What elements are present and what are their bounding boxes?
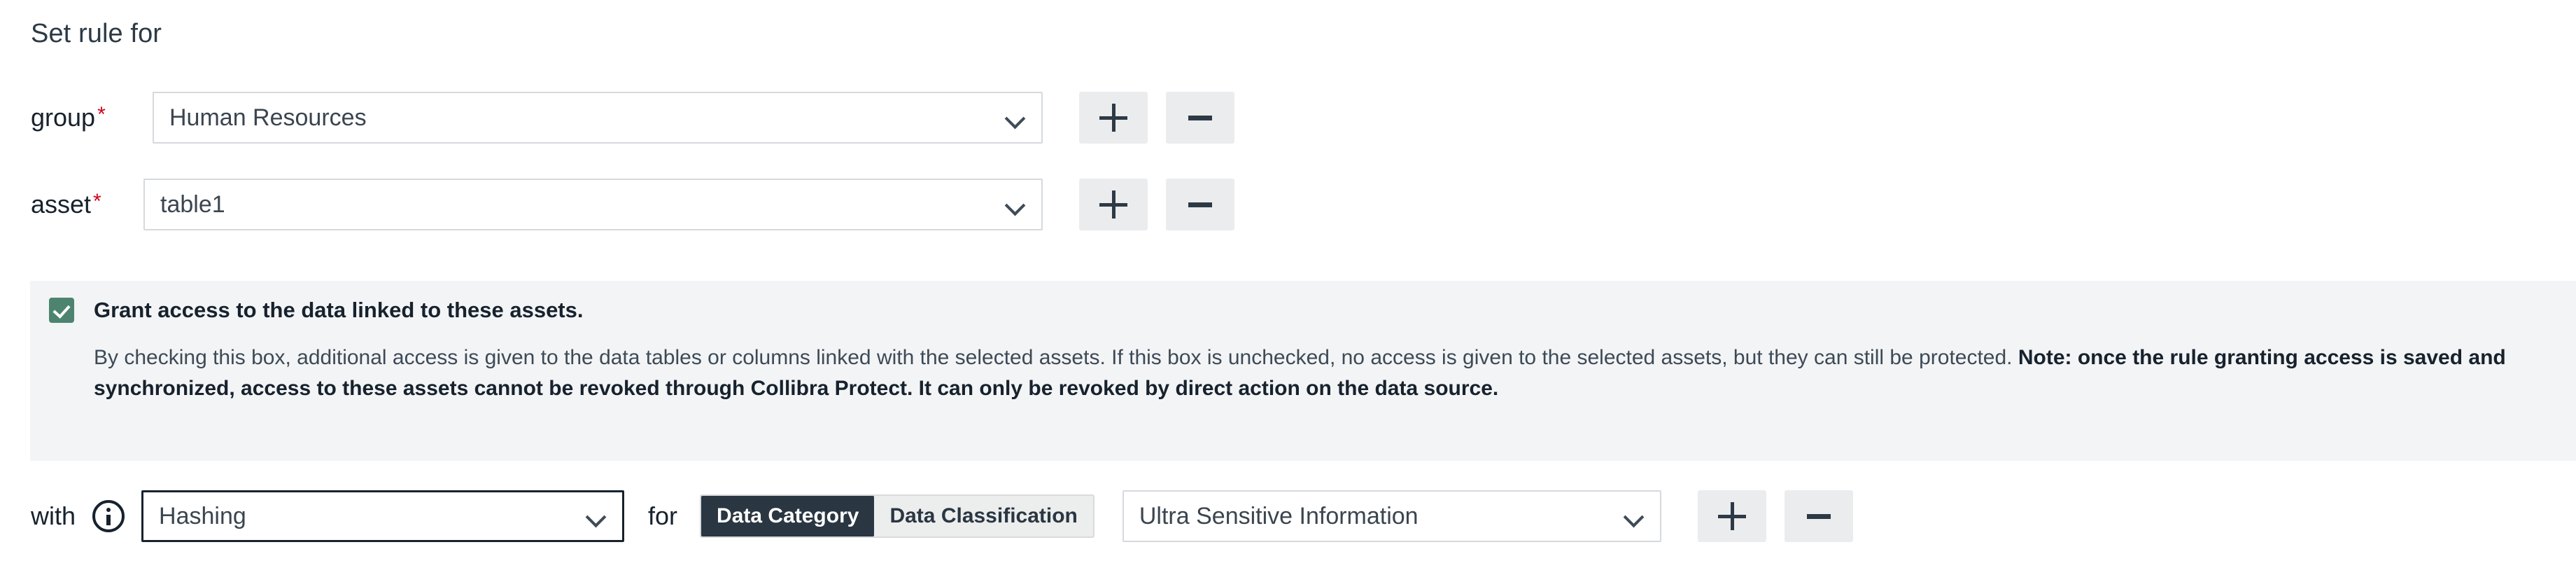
category-classification-toggle: Data Category Data Classification: [700, 494, 1095, 538]
asset-label: asset *: [31, 190, 143, 219]
grant-access-label: Grant access to the data linked to these…: [94, 298, 584, 322]
tab-data-category[interactable]: Data Category: [701, 496, 875, 536]
with-remove-button[interactable]: [1784, 490, 1853, 542]
group-label: group *: [31, 104, 153, 132]
asset-label-text: asset: [31, 190, 92, 219]
classification-select[interactable]: Ultra Sensitive Information: [1122, 490, 1661, 542]
asset-required-asterisk: *: [93, 190, 101, 213]
group-row: group * Human Resources: [31, 92, 1234, 144]
plus-icon: [1717, 502, 1746, 530]
group-select-value: Human Resources: [169, 104, 367, 131]
grant-description-plain: By checking this box, additional access …: [94, 346, 2018, 369]
masking-method-select[interactable]: Hashing: [141, 490, 625, 542]
minus-icon: [1188, 202, 1212, 207]
grant-access-header: Grant access to the data linked to these…: [49, 296, 2576, 324]
asset-select-value: table1: [160, 190, 225, 218]
for-label: for: [648, 501, 678, 530]
with-label: with: [31, 501, 76, 530]
group-label-text: group: [31, 103, 96, 132]
minus-icon: [1188, 115, 1212, 120]
asset-row: asset * table1: [31, 179, 1234, 230]
plus-icon: [1099, 190, 1127, 219]
asset-add-button[interactable]: [1079, 179, 1148, 230]
plus-icon: [1099, 104, 1127, 132]
chevron-down-icon: [1006, 198, 1025, 216]
chevron-down-icon: [587, 510, 605, 528]
page-title: Set rule for: [31, 19, 162, 48]
classification-select-value: Ultra Sensitive Information: [1139, 502, 1419, 529]
with-row: with Hashing for Data Category Data Clas…: [31, 490, 1853, 542]
group-add-button[interactable]: [1079, 92, 1148, 144]
asset-select[interactable]: table1: [143, 179, 1043, 230]
group-remove-button[interactable]: [1166, 92, 1234, 144]
grant-access-panel: Grant access to the data linked to these…: [30, 281, 2576, 461]
info-icon[interactable]: [92, 500, 125, 532]
group-select[interactable]: Human Resources: [153, 92, 1043, 144]
chevron-down-icon: [1006, 111, 1025, 130]
grant-access-checkbox[interactable]: [49, 298, 74, 323]
with-add-button[interactable]: [1697, 490, 1766, 542]
chevron-down-icon: [1625, 510, 1643, 528]
masking-method-value: Hashing: [159, 502, 246, 529]
asset-remove-button[interactable]: [1166, 179, 1234, 230]
tab-data-classification[interactable]: Data Classification: [874, 496, 1093, 536]
group-required-asterisk: *: [97, 103, 106, 126]
minus-icon: [1806, 513, 1831, 519]
grant-access-description: By checking this box, additional access …: [94, 342, 2557, 404]
